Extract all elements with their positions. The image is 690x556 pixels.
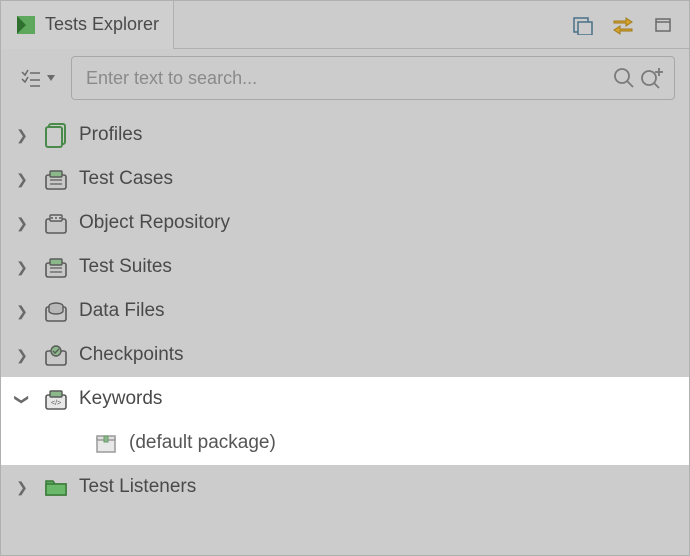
tree: ❯ Profiles ❯ Test Cases ❯ Object Reposit… <box>1 107 689 515</box>
tree-node-profiles[interactable]: ❯ Profiles <box>1 113 689 157</box>
filter-dropdown[interactable] <box>15 59 61 97</box>
checkpoints-icon <box>41 340 71 370</box>
tree-label: Test Suites <box>79 256 172 278</box>
chevron-right-icon: ❯ <box>11 215 33 232</box>
folder-icon <box>41 472 71 502</box>
tree-label: Object Repository <box>79 212 230 234</box>
title-actions <box>571 13 689 37</box>
test-cases-icon <box>41 164 71 194</box>
checklist-icon <box>20 67 42 89</box>
chevron-right-icon: ❯ <box>11 171 33 188</box>
tree-label: Data Files <box>79 300 165 322</box>
search-box[interactable] <box>71 56 675 100</box>
tree-label: Keywords <box>79 388 162 410</box>
dropdown-caret-icon <box>46 73 56 83</box>
tests-explorer-panel: Tests Explorer <box>0 0 690 556</box>
chevron-right-icon: ❯ <box>11 347 33 364</box>
search-icon[interactable] <box>610 64 638 92</box>
data-files-icon <box>41 296 71 326</box>
chevron-right-icon: ❯ <box>11 303 33 320</box>
tree-node-object-repository[interactable]: ❯ Object Repository <box>1 201 689 245</box>
title-tab[interactable]: Tests Explorer <box>1 1 174 49</box>
chevron-right-icon: ❯ <box>11 127 33 144</box>
tree-node-default-package[interactable]: (default package) <box>1 421 689 465</box>
tree-node-test-listeners[interactable]: ❯ Test Listeners <box>1 465 689 509</box>
test-suites-icon <box>41 252 71 282</box>
tree-node-data-files[interactable]: ❯ Data Files <box>1 289 689 333</box>
titlebar: Tests Explorer <box>1 1 689 49</box>
tree-label: Test Listeners <box>79 476 196 498</box>
explorer-icon <box>15 14 37 36</box>
search-input[interactable] <box>86 68 610 89</box>
chevron-right-icon: ❯ <box>11 479 33 496</box>
panel-title: Tests Explorer <box>45 14 159 35</box>
chevron-right-icon: ❯ <box>11 259 33 276</box>
toolbar <box>1 49 689 107</box>
minimize-icon[interactable] <box>651 13 675 37</box>
minimize-layout-icon[interactable] <box>571 13 595 37</box>
tree-node-test-cases[interactable]: ❯ Test Cases <box>1 157 689 201</box>
object-repository-icon <box>41 208 71 238</box>
tree-node-checkpoints[interactable]: ❯ Checkpoints <box>1 333 689 377</box>
tree-label: Test Cases <box>79 168 173 190</box>
tree-label: Checkpoints <box>79 344 184 366</box>
search-add-icon[interactable] <box>638 64 666 92</box>
chevron-down-icon: ❯ <box>14 388 31 410</box>
package-icon <box>91 428 121 458</box>
tree-label: Profiles <box>79 124 142 146</box>
tree-node-keywords[interactable]: ❯ </> Keywords <box>1 377 689 421</box>
tree-node-test-suites[interactable]: ❯ Test Suites <box>1 245 689 289</box>
keywords-icon: </> <box>41 384 71 414</box>
sync-icon[interactable] <box>611 13 635 37</box>
tree-label: (default package) <box>129 432 276 454</box>
profiles-icon <box>41 120 71 150</box>
svg-text:</>: </> <box>51 400 61 407</box>
